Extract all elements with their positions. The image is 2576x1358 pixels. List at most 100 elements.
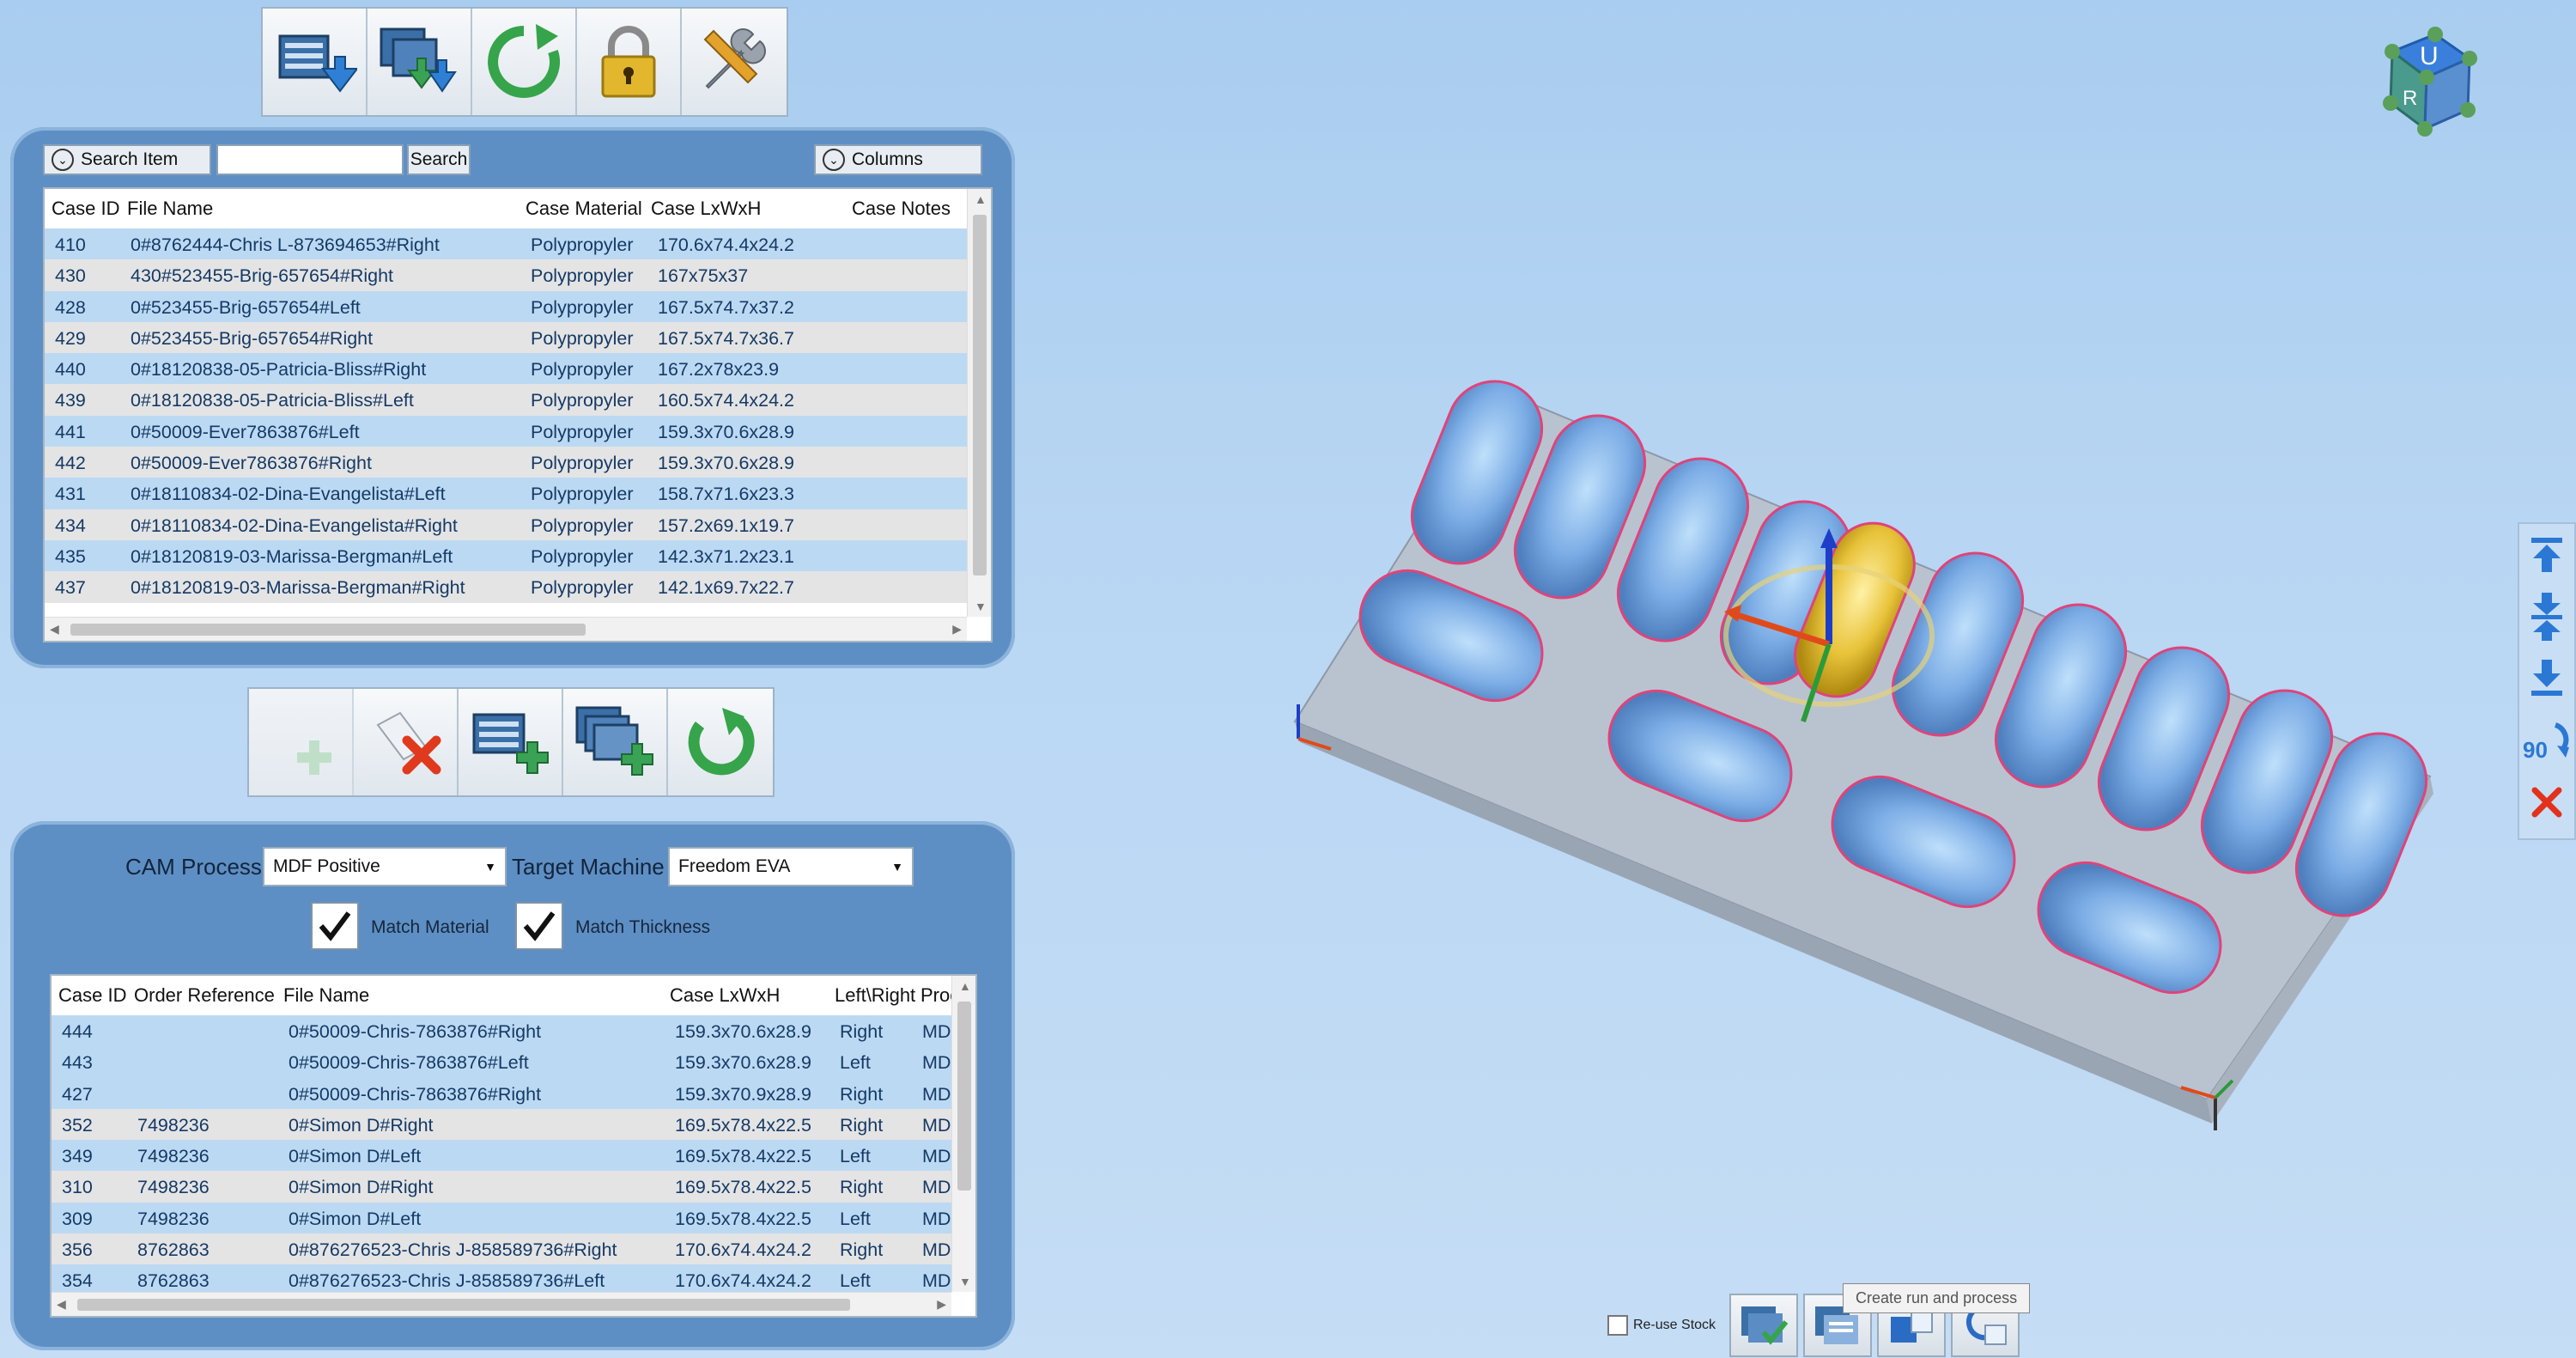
- approve-list-icon: [1741, 1306, 1789, 1345]
- column-header[interactable]: Case ID: [52, 198, 119, 220]
- add-disabled-button[interactable]: [249, 689, 354, 795]
- table-row[interactable]: 434 0#18110834-02-Dina-Evangelista#Right P…: [45, 508, 967, 540]
- refresh-button[interactable]: [472, 9, 577, 115]
- case-list-panel: ⌄ Search Item Search ⌄ Columns Case ID F…: [10, 127, 1015, 668]
- scroll-thumb[interactable]: [70, 624, 586, 636]
- undo-icon: [688, 708, 755, 776]
- match-material-checkbox[interactable]: [311, 902, 359, 950]
- tooltip: Create run and process: [1843, 1283, 2031, 1313]
- table-row[interactable]: 443 0#50009-Chris-7863876#Left 159.3x70.6x…: [52, 1046, 951, 1078]
- scroll-thumb[interactable]: [957, 1002, 971, 1191]
- import-case-button[interactable]: [263, 9, 368, 115]
- scroll-thumb[interactable]: [973, 215, 987, 575]
- column-header[interactable]: File Name: [127, 198, 213, 220]
- case-actions-toolbar: [247, 687, 775, 797]
- cube-front-label: R: [2403, 87, 2417, 110]
- table-row[interactable]: 439 0#18120838-05-Patricia-Bliss#Left Poly…: [45, 384, 967, 416]
- lock-icon: [601, 26, 656, 98]
- table-row[interactable]: 410 0#8762444-Chris L-873694653#Right Poly…: [45, 228, 967, 260]
- batch-import-button[interactable]: [368, 9, 472, 115]
- scroll-down-icon[interactable]: ▼: [959, 1275, 971, 1288]
- table-row[interactable]: 309 7498236 0#Simon D#Left 169.5x78.4x22.5 L…: [52, 1202, 951, 1234]
- horizontal-scrollbar[interactable]: ◀ ▶: [45, 617, 967, 641]
- column-header[interactable]: Case LxWxH: [670, 984, 780, 1007]
- column-header[interactable]: Case ID: [58, 984, 126, 1007]
- add-multiple-button[interactable]: [563, 689, 668, 795]
- add-case-button[interactable]: [459, 689, 563, 795]
- search-button[interactable]: Search: [407, 144, 471, 175]
- table-row[interactable]: 437 0#18120819-03-Marissa-Bergman#Right Po…: [45, 571, 967, 603]
- table-row[interactable]: 349 7498236 0#Simon D#Left 169.5x78.4x22.5 L…: [52, 1140, 951, 1172]
- target-machine-select[interactable]: Freedom EVA ▼: [668, 847, 914, 886]
- table-row[interactable]: 427 0#50009-Chris-7863876#Right 159.3x70.9…: [52, 1077, 951, 1109]
- search-item-dropdown[interactable]: ⌄ Search Item: [43, 144, 211, 175]
- table-row[interactable]: 444 0#50009-Chris-7863876#Right 159.3x70.6…: [52, 1015, 951, 1047]
- table-row[interactable]: 429 0#523455-Brig-657654#Right Polypropyle…: [45, 321, 967, 354]
- scroll-left-icon[interactable]: ◀: [50, 622, 59, 636]
- rotate-90-button[interactable]: 90: [2519, 709, 2574, 771]
- move-to-bottom-icon: [2531, 660, 2562, 696]
- match-thickness-label: Match Thickness: [575, 917, 711, 937]
- horizontal-scrollbar[interactable]: ◀ ▶: [52, 1292, 951, 1316]
- column-header[interactable]: File Name: [283, 984, 369, 1007]
- move-to-top-button[interactable]: [2519, 524, 2574, 586]
- scroll-down-icon[interactable]: ▼: [975, 600, 987, 613]
- reuse-stock-label: Re-use Stock: [1633, 1318, 1716, 1332]
- table-row[interactable]: 352 7498236 0#Simon D#Right 169.5x78.4x22.5…: [52, 1108, 951, 1141]
- table-row[interactable]: 430 430#523455-Brig-657654#Right Polypropy…: [45, 259, 967, 291]
- table-row[interactable]: 310 7498236 0#Simon D#Right 169.5x78.4x22.5…: [52, 1171, 951, 1203]
- center-vertical-button[interactable]: [2519, 586, 2574, 648]
- cam-process-panel: CAM Process MDF Positive ▼ Target Machin…: [10, 821, 1015, 1350]
- tools-button[interactable]: [682, 9, 787, 115]
- scroll-right-icon[interactable]: ▶: [952, 622, 962, 636]
- table-row[interactable]: 440 0#18120838-05-Patricia-Bliss#Right Pol…: [45, 353, 967, 385]
- scroll-thumb[interactable]: [77, 1299, 850, 1311]
- remove-case-button[interactable]: [354, 689, 459, 795]
- vertical-scrollbar[interactable]: ▲ ▼: [967, 189, 991, 617]
- vertical-scrollbar[interactable]: ▲ ▼: [951, 976, 975, 1292]
- import-case-icon: [278, 34, 357, 93]
- target-machine-label: Target Machine: [512, 854, 665, 880]
- navigation-cube[interactable]: U R: [2358, 17, 2487, 146]
- undo-button[interactable]: [668, 689, 773, 795]
- rotate-90-label: 90: [2523, 737, 2548, 763]
- columns-dropdown[interactable]: ⌄ Columns: [814, 144, 982, 175]
- column-header[interactable]: Left\Right: [835, 984, 915, 1007]
- table-body: 444 0#50009-Chris-7863876#Right 159.3x70.6…: [52, 1015, 951, 1296]
- column-header[interactable]: Case LxWxH: [651, 198, 761, 220]
- column-header[interactable]: Case Notes: [852, 198, 951, 220]
- search-input[interactable]: [216, 144, 404, 175]
- chevron-down-icon: ▼: [891, 860, 903, 874]
- delete-icon: [2531, 787, 2562, 818]
- match-thickness-checkbox[interactable]: [515, 902, 563, 950]
- table-row[interactable]: 428 0#523455-Brig-657654#Left Polypropyler…: [45, 290, 967, 322]
- scroll-up-icon[interactable]: ▲: [959, 979, 971, 993]
- table-row[interactable]: 435 0#18120819-03-Marissa-Bergman#Left Pol…: [45, 539, 967, 572]
- columns-label: Columns: [852, 149, 923, 169]
- table-row[interactable]: 356 8762863 0#876276523-Chris J-858589736#…: [52, 1233, 951, 1265]
- cam-process-label: CAM Process: [125, 854, 262, 880]
- 3d-viewport[interactable]: [1236, 361, 2456, 1134]
- table-row[interactable]: 442 0#50009-Ever7863876#Right Polypropyler…: [45, 447, 967, 478]
- scroll-up-icon[interactable]: ▲: [975, 192, 987, 206]
- reuse-stock-checkbox[interactable]: [1607, 1315, 1628, 1336]
- approve-run-button[interactable]: [1729, 1294, 1799, 1357]
- table-body: 410 0#8762444-Chris L-873694653#Right Poly…: [45, 228, 967, 603]
- column-header[interactable]: Case Material: [526, 198, 642, 220]
- table-row[interactable]: 441 0#50009-Ever7863876#Left Polypropyler 1…: [45, 415, 967, 448]
- center-vertical-icon: [2531, 593, 2562, 641]
- checkmark-icon: [319, 911, 351, 941]
- search-item-label: Search Item: [81, 149, 179, 169]
- top-toolbar: [261, 7, 788, 117]
- chevron-down-icon: ⌄: [52, 149, 74, 171]
- lock-button[interactable]: [577, 9, 682, 115]
- add-multiple-icon: [575, 706, 653, 776]
- table-row[interactable]: 431 0#18110834-02-Dina-Evangelista#Left Po…: [45, 478, 967, 509]
- chevron-down-icon: ⌄: [823, 149, 845, 171]
- scroll-right-icon[interactable]: ▶: [937, 1297, 946, 1312]
- cam-process-select[interactable]: MDF Positive ▼: [263, 847, 507, 886]
- scroll-left-icon[interactable]: ◀: [57, 1297, 66, 1312]
- column-header[interactable]: Order Reference: [134, 984, 275, 1007]
- delete-placement-button[interactable]: [2519, 771, 2574, 833]
- move-to-bottom-button[interactable]: [2519, 648, 2574, 709]
